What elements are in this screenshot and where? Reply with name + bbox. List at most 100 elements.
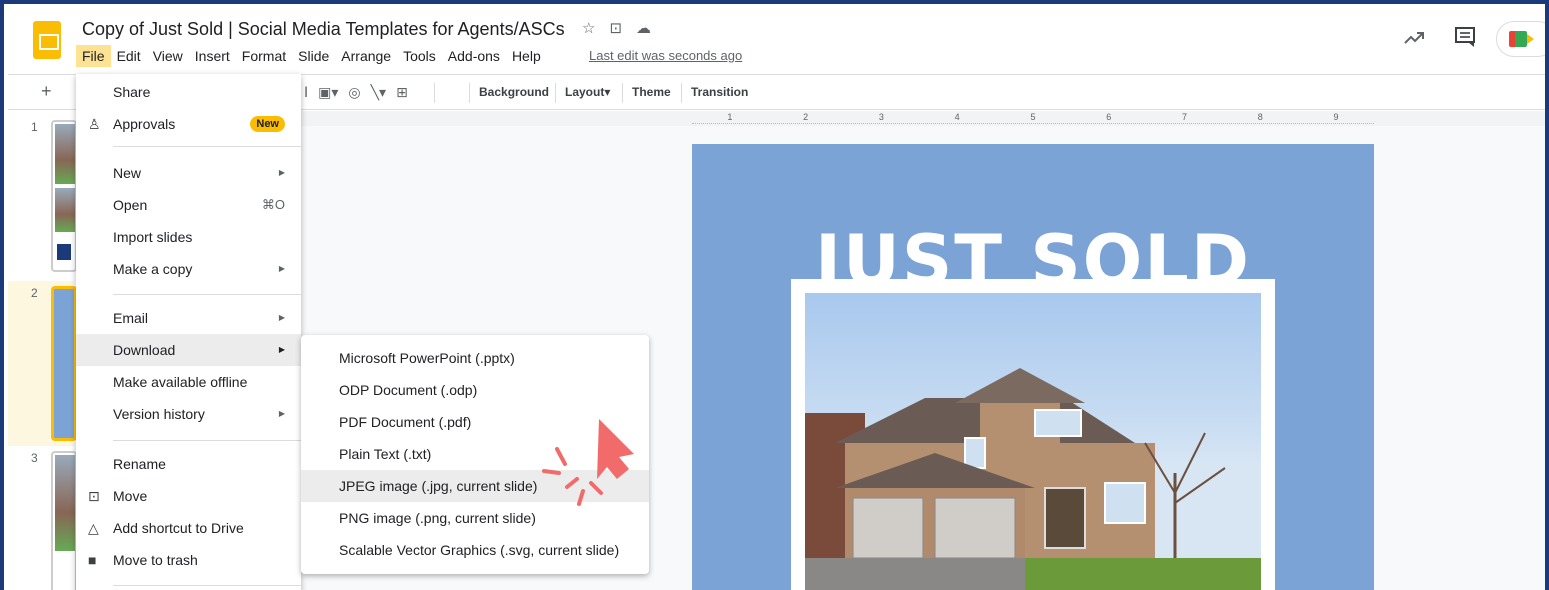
menu-separator xyxy=(113,585,301,586)
download-label: Download xyxy=(113,342,176,358)
menu-separator xyxy=(113,146,301,147)
file-menu-offline[interactable]: Make available offline xyxy=(76,366,301,398)
file-menu-rename[interactable]: Rename xyxy=(76,448,301,480)
meet-button[interactable] xyxy=(1496,21,1545,57)
layout-button[interactable]: Layout▾ xyxy=(565,85,610,99)
document-title[interactable]: Copy of Just Sold | Social Media Templat… xyxy=(82,19,565,40)
download-pdf[interactable]: PDF Document (.pdf) xyxy=(301,406,649,438)
toolbar-tools: Ⅰ ▣▾ ◎ ╲▾ ⊞ xyxy=(304,84,408,101)
approvals-icon: ♙ xyxy=(88,116,101,132)
shape-icon[interactable]: ◎ xyxy=(348,84,360,101)
file-menu-email[interactable]: Email ▶ xyxy=(76,302,301,334)
file-menu-import-slides[interactable]: Import slides xyxy=(76,221,301,253)
thumbnail-logo xyxy=(57,244,71,260)
file-menu-share[interactable]: Share xyxy=(76,76,301,108)
slide-thumbnail-3[interactable] xyxy=(51,451,77,590)
menu-format[interactable]: Format xyxy=(236,45,292,67)
slide[interactable]: JUST SOLD xyxy=(692,144,1374,590)
house-photo[interactable] xyxy=(805,293,1261,590)
import-slides-label: Import slides xyxy=(113,229,193,245)
slide-number: 3 xyxy=(31,451,38,465)
menu-slide[interactable]: Slide xyxy=(292,45,335,67)
make-copy-label: Make a copy xyxy=(113,261,193,277)
ruler-mark: 9 xyxy=(1333,112,1339,122)
ruler-mark: 5 xyxy=(1030,112,1036,122)
background-button[interactable]: Background xyxy=(479,85,549,99)
slides-logo-icon[interactable] xyxy=(33,21,61,59)
menu-separator xyxy=(113,440,301,441)
file-menu: Share ♙ Approvals New New ▶ Open ⌘O Import… xyxy=(76,74,301,590)
line-icon[interactable]: ╲▾ xyxy=(371,84,386,101)
ruler-mark: 1 xyxy=(727,112,733,122)
file-menu-trash[interactable]: ■ Move to trash xyxy=(76,544,301,576)
submenu-arrow-icon: ▶ xyxy=(278,409,285,418)
download-png[interactable]: PNG image (.png, current slide) xyxy=(301,502,649,534)
menu-insert[interactable]: Insert xyxy=(189,45,236,67)
download-pptx[interactable]: Microsoft PowerPoint (.pptx) xyxy=(301,342,649,374)
add-shortcut-label: Add shortcut to Drive xyxy=(113,520,244,536)
slide-thumbnail-1[interactable] xyxy=(51,120,77,272)
slide-thumbnail-2[interactable] xyxy=(51,286,77,441)
approvals-label: Approvals xyxy=(113,116,176,132)
layout-label: Layout xyxy=(565,85,605,99)
horizontal-ruler[interactable]: 1 2 3 4 5 6 7 8 9 xyxy=(692,112,1374,124)
download-jpeg[interactable]: JPEG image (.jpg, current slide) xyxy=(301,470,649,502)
move-label: Move xyxy=(113,488,148,504)
rename-label: Rename xyxy=(113,456,166,472)
trash-label: Move to trash xyxy=(113,552,198,568)
drive-shortcut-icon: △ xyxy=(88,520,99,536)
image-icon[interactable]: ▣▾ xyxy=(318,84,338,101)
comments-icon[interactable] xyxy=(1454,26,1476,48)
ruler-mark: 8 xyxy=(1257,112,1263,122)
file-menu-approvals[interactable]: ♙ Approvals New xyxy=(76,108,301,140)
menu-bar: File Edit View Insert Format Slide Arran… xyxy=(76,45,547,67)
activity-trend-icon[interactable] xyxy=(1402,26,1426,50)
offline-label: Make available offline xyxy=(113,374,248,390)
house-illustration xyxy=(805,368,1261,590)
transition-button[interactable]: Transition xyxy=(691,85,748,99)
thumbnail-image xyxy=(55,455,75,551)
download-txt[interactable]: Plain Text (.txt) xyxy=(301,438,649,470)
new-badge: New xyxy=(250,116,285,132)
last-edit-link[interactable]: Last edit was seconds ago xyxy=(589,48,742,63)
file-menu-download[interactable]: Download ▶ xyxy=(76,334,301,366)
menu-help[interactable]: Help xyxy=(506,45,547,67)
comment-add-icon[interactable]: ⊞ xyxy=(396,84,408,101)
photo-frame[interactable] xyxy=(791,279,1275,590)
menu-file[interactable]: File xyxy=(76,45,111,67)
menu-tools[interactable]: Tools xyxy=(397,45,442,67)
submenu-arrow-icon: ▶ xyxy=(278,264,285,273)
file-menu-move[interactable]: ⊡ Move xyxy=(76,480,301,512)
app-frame: Copy of Just Sold | Social Media Templat… xyxy=(0,0,1549,590)
submenu-arrow-icon: ▶ xyxy=(278,345,285,354)
toolbar-separator xyxy=(622,83,623,103)
menu-edit[interactable]: Edit xyxy=(111,45,147,67)
new-slide-button[interactable]: + xyxy=(41,81,52,102)
ruler-mark: 2 xyxy=(803,112,809,122)
menu-addons[interactable]: Add-ons xyxy=(442,45,506,67)
trash-icon: ■ xyxy=(88,552,97,568)
text-box-icon[interactable]: Ⅰ xyxy=(304,84,308,101)
star-icon[interactable]: ☆ xyxy=(582,19,595,37)
chevron-down-icon: ▾ xyxy=(604,85,611,99)
file-menu-new[interactable]: New ▶ xyxy=(76,157,301,189)
file-menu-add-shortcut[interactable]: △ Add shortcut to Drive xyxy=(76,512,301,544)
thumbnail-image xyxy=(55,124,75,184)
file-menu-version-history[interactable]: Version history ▶ xyxy=(76,398,301,430)
cloud-status-icon[interactable]: ☁ xyxy=(636,19,651,37)
version-history-label: Version history xyxy=(113,406,205,422)
download-odp[interactable]: ODP Document (.odp) xyxy=(301,374,649,406)
menu-arrange[interactable]: Arrange xyxy=(335,45,397,67)
file-menu-make-copy[interactable]: Make a copy ▶ xyxy=(76,253,301,285)
folder-move-icon: ⊡ xyxy=(88,488,100,504)
submenu-arrow-icon: ▶ xyxy=(278,313,285,322)
download-svg[interactable]: Scalable Vector Graphics (.svg, current … xyxy=(301,534,649,566)
menu-view[interactable]: View xyxy=(147,45,189,67)
download-submenu: Microsoft PowerPoint (.pptx) ODP Documen… xyxy=(301,335,649,574)
meet-camera-icon xyxy=(1509,31,1534,47)
move-to-folder-icon[interactable]: ⊡ xyxy=(609,19,622,37)
theme-button[interactable]: Theme xyxy=(632,85,671,99)
file-menu-open[interactable]: Open ⌘O xyxy=(76,189,301,221)
toolbar-separator xyxy=(681,83,682,103)
open-label: Open xyxy=(113,197,148,213)
